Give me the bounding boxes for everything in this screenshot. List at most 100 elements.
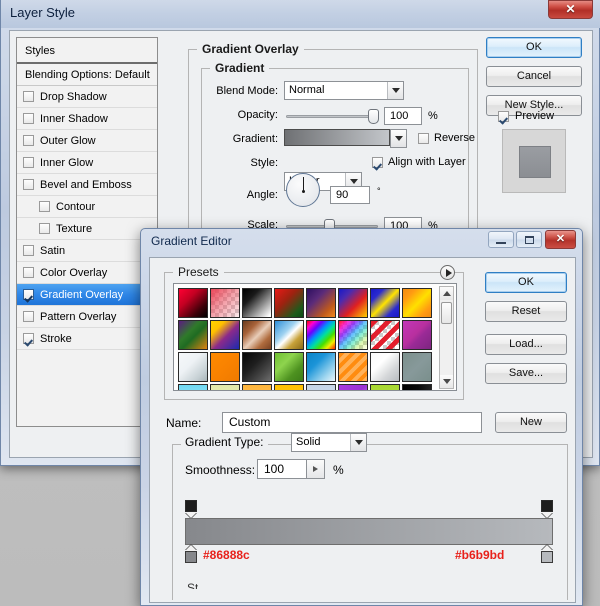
gradient-preset-swatch[interactable] <box>370 384 400 390</box>
gradient-preset-swatch[interactable] <box>306 384 336 390</box>
styles-list-item[interactable]: Contour <box>17 196 157 218</box>
scroll-up-arrow-icon[interactable] <box>440 287 453 300</box>
gradient-name-input[interactable]: Custom <box>222 412 482 433</box>
gradient-preset-swatch[interactable] <box>306 288 336 318</box>
gradient-preset-swatch[interactable] <box>274 320 304 350</box>
styles-list-item[interactable]: Inner Glow <box>17 152 157 174</box>
color-stop-left[interactable] <box>185 545 197 563</box>
gradient-preset-swatch[interactable] <box>178 288 208 318</box>
gradient-preview-fill <box>285 130 389 145</box>
color-stop-right[interactable] <box>541 545 553 563</box>
style-checkbox[interactable] <box>23 157 34 168</box>
style-checkbox[interactable] <box>23 91 34 102</box>
styles-list-item[interactable]: Pattern Overlay <box>17 306 157 328</box>
presets-scrollbar[interactable] <box>439 286 454 389</box>
smoothness-stepper-icon[interactable] <box>307 459 325 479</box>
angle-input[interactable]: 90 <box>330 186 370 204</box>
preview-checkbox[interactable]: Preview <box>498 110 554 122</box>
gradient-preset-swatch[interactable] <box>242 288 272 318</box>
gradient-preset-swatch[interactable] <box>210 384 240 390</box>
smoothness-input[interactable]: 100 <box>257 459 307 479</box>
opacity-slider-track[interactable] <box>286 115 378 118</box>
align-with-layer-checkbox[interactable]: Align with Layer <box>372 156 466 168</box>
gradient-preview-swatch[interactable] <box>284 129 390 146</box>
scroll-down-arrow-icon[interactable] <box>440 375 453 388</box>
gradient-preset-swatch[interactable] <box>306 352 336 382</box>
gradient-preset-swatch[interactable] <box>370 288 400 318</box>
styles-list-item[interactable]: Satin <box>17 240 157 262</box>
gradient-overlay-group: Gradient Overlay Gradient Blend Mode: No… <box>188 42 478 257</box>
gradient-preset-swatch[interactable] <box>370 352 400 382</box>
style-checkbox[interactable] <box>23 245 34 256</box>
styles-list-item[interactable]: Drop Shadow <box>17 86 157 108</box>
blend-mode-select[interactable]: Normal <box>284 81 404 100</box>
new-gradient-button[interactable]: New <box>495 412 567 433</box>
gradient-preset-swatch[interactable] <box>242 320 272 350</box>
close-icon[interactable]: ✕ <box>545 230 576 249</box>
style-checkbox[interactable] <box>23 311 34 322</box>
presets-label: Presets <box>173 265 224 279</box>
opacity-stop-left[interactable] <box>185 500 197 518</box>
scrollbar-thumb[interactable] <box>441 302 452 324</box>
align-with-layer-label: Align with Layer <box>388 156 466 168</box>
maximize-icon[interactable] <box>516 231 542 248</box>
style-checkbox[interactable] <box>23 333 34 344</box>
gradient-preset-swatch[interactable] <box>210 352 240 382</box>
styles-list-item[interactable]: Texture <box>17 218 157 240</box>
ge-load-button[interactable]: Load... <box>485 334 567 355</box>
gradient-preset-swatch[interactable] <box>242 384 272 390</box>
style-checkbox[interactable] <box>39 223 50 234</box>
gradient-picker-chevron-icon[interactable] <box>390 129 407 148</box>
gradient-preset-swatch[interactable] <box>242 352 272 382</box>
cancel-button[interactable]: Cancel <box>486 66 582 87</box>
gradient-preset-swatch[interactable] <box>306 320 336 350</box>
gradient-preset-swatch[interactable] <box>178 352 208 382</box>
gradient-preset-swatch[interactable] <box>338 384 368 390</box>
gradient-preset-swatch[interactable] <box>274 352 304 382</box>
gradient-preset-swatch[interactable] <box>338 352 368 382</box>
minimize-icon[interactable] <box>488 231 514 248</box>
presets-scroll-pane[interactable] <box>173 283 457 391</box>
presets-menu-arrow-icon[interactable] <box>440 265 455 280</box>
gradient-preset-swatch[interactable] <box>178 320 208 350</box>
gradient-preset-swatch[interactable] <box>274 288 304 318</box>
gradient-preset-swatch[interactable] <box>370 320 400 350</box>
opacity-stop-right[interactable] <box>541 500 553 518</box>
styles-list-item[interactable]: Gradient Overlay <box>17 284 157 306</box>
styles-list-item[interactable]: Inner Shadow <box>17 108 157 130</box>
styles-list-item[interactable]: Bevel and Emboss <box>17 174 157 196</box>
styles-list-item-label: Texture <box>56 222 93 235</box>
align-with-layer-checkbox-box <box>372 156 383 168</box>
style-checkbox[interactable] <box>23 267 34 278</box>
gradient-preset-swatch[interactable] <box>338 320 368 350</box>
gradient-preset-swatch[interactable] <box>402 384 432 390</box>
styles-list-item[interactable]: Color Overlay <box>17 262 157 284</box>
ok-button[interactable]: OK <box>486 37 582 58</box>
ge-ok-button[interactable]: OK <box>485 272 567 293</box>
ge-save-button[interactable]: Save... <box>485 363 567 384</box>
reverse-checkbox[interactable]: Reverse <box>418 132 475 144</box>
gradient-preset-swatch[interactable] <box>338 288 368 318</box>
ge-reset-button[interactable]: Reset <box>485 301 567 322</box>
style-checkbox[interactable] <box>23 179 34 190</box>
gradient-preset-swatch[interactable] <box>402 320 432 350</box>
styles-list-item[interactable]: Stroke <box>17 328 157 350</box>
gradient-type-select[interactable]: Solid <box>291 433 367 452</box>
styles-list-item[interactable]: Blending Options: Default <box>17 64 157 86</box>
style-checkbox[interactable] <box>23 135 34 146</box>
gradient-preset-swatch[interactable] <box>402 352 432 382</box>
gradient-preset-swatch[interactable] <box>210 288 240 318</box>
style-checkbox[interactable] <box>23 289 34 300</box>
styles-list-item[interactable]: Outer Glow <box>17 130 157 152</box>
gradient-preset-swatch[interactable] <box>274 384 304 390</box>
style-checkbox[interactable] <box>23 113 34 124</box>
close-icon[interactable]: ✕ <box>548 0 593 19</box>
gradient-preset-swatch[interactable] <box>178 384 208 390</box>
angle-dial[interactable] <box>286 173 320 207</box>
opacity-slider-thumb[interactable] <box>368 109 379 124</box>
gradient-preset-swatch[interactable] <box>210 320 240 350</box>
gradient-preset-swatch[interactable] <box>402 288 432 318</box>
opacity-input[interactable]: 100 <box>384 107 422 125</box>
style-checkbox[interactable] <box>39 201 50 212</box>
gradient-bar[interactable] <box>185 518 553 545</box>
